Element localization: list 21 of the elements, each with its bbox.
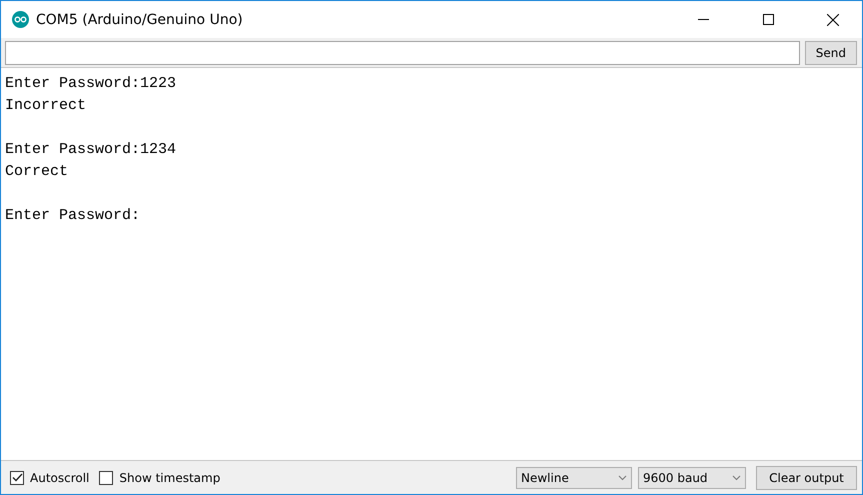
message-input-field[interactable]: [5, 41, 800, 65]
window-title: COM5 (Arduino/Genuino Uno): [36, 12, 244, 28]
close-icon: [827, 14, 839, 26]
output-line: Enter Password:1223: [5, 74, 178, 94]
output-line: Incorrect: [5, 96, 88, 116]
output-line: Enter Password:1234: [5, 140, 178, 160]
minimize-icon: [698, 19, 708, 20]
app-logo-icon: [12, 11, 29, 28]
autoscroll-checkbox[interactable]: [10, 470, 24, 484]
output-line: Enter Password:: [5, 206, 142, 226]
clear-output-button[interactable]: Clear output: [756, 466, 857, 490]
checkbox-label: Show timestamp: [119, 470, 220, 484]
line-ending-dropdown[interactable]: Newline: [516, 466, 632, 488]
output-line: Correct: [5, 162, 70, 182]
timestamp-checkbox[interactable]: [99, 470, 114, 484]
baud-rate-dropdown[interactable]: 9600 baud: [638, 466, 746, 488]
caret-icon: [732, 474, 741, 480]
checkbox-label: Autoscroll: [30, 470, 90, 484]
caret-icon: [618, 474, 627, 480]
maximize-icon: [762, 14, 774, 25]
send-button[interactable]: Send: [804, 41, 857, 65]
